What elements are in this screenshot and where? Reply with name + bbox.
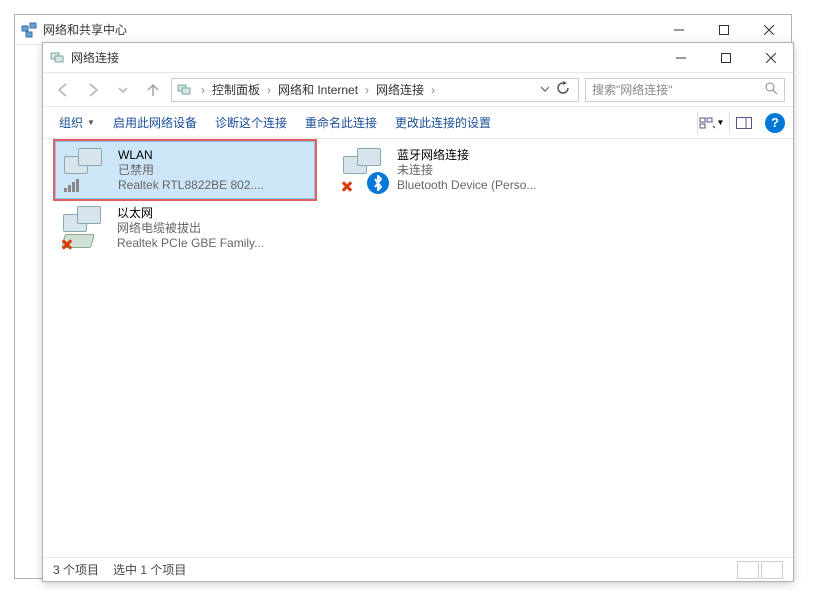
sep-icon: › (426, 83, 440, 97)
search-input[interactable]: 搜索"网络连接" (585, 78, 785, 102)
breadcrumb-icon (176, 82, 192, 98)
connections-list: WLAN已禁用Realtek RTL8822BE 802.... 蓝牙网络连接未连… (43, 139, 793, 579)
crumb-network-connections[interactable]: 网络连接 (374, 81, 426, 98)
connection-item[interactable]: WLAN已禁用Realtek RTL8822BE 802.... (55, 141, 315, 199)
network-center-icon (21, 22, 37, 38)
status-bar: 3 个项目 选中 1 个项目 (43, 557, 793, 581)
connection-info: 蓝牙网络连接未连接Bluetooth Device (Perso... (397, 148, 536, 193)
address-bar: › 控制面板 › 网络和 Internet › 网络连接 › 搜索"网络连接" (43, 73, 793, 107)
breadcrumb-dropdown-icon[interactable] (540, 83, 550, 97)
connection-name: 蓝牙网络连接 (397, 148, 536, 163)
error-x-icon (59, 236, 75, 252)
sep-icon: › (360, 83, 374, 97)
connection-device: Bluetooth Device (Perso... (397, 178, 536, 193)
error-x-icon (339, 178, 355, 194)
sep-icon: › (196, 83, 210, 97)
connection-device: Realtek RTL8822BE 802.... (118, 178, 264, 193)
selected-count: 选中 1 个项目 (113, 561, 186, 578)
crumb-control-panel[interactable]: 控制面板 (210, 81, 262, 98)
connection-item[interactable]: 蓝牙网络连接未连接Bluetooth Device (Perso... (335, 141, 595, 199)
change-settings-button[interactable]: 更改此连接的设置 (387, 110, 499, 135)
parent-maximize-button[interactable] (701, 15, 746, 44)
breadcrumb[interactable]: › 控制面板 › 网络和 Internet › 网络连接 › (171, 78, 579, 102)
network-connections-icon (49, 50, 65, 66)
connection-name: 以太网 (117, 206, 264, 221)
up-button[interactable] (141, 78, 165, 102)
ethernet-icon (59, 204, 109, 252)
preview-pane-button[interactable] (729, 112, 757, 134)
recent-button[interactable] (111, 78, 135, 102)
forward-button[interactable] (81, 78, 105, 102)
bluetooth-icon (339, 146, 389, 194)
titlebar[interactable]: 网络连接 (43, 43, 793, 73)
parent-minimize-button[interactable] (656, 15, 701, 44)
command-bar: 组织▼ 启用此网络设备 诊断这个连接 重命名此连接 更改此连接的设置 ▼ ? (43, 107, 793, 139)
wlan-icon (60, 146, 110, 194)
diagnose-button[interactable]: 诊断这个连接 (207, 110, 295, 135)
crumb-network-internet[interactable]: 网络和 Internet (276, 81, 360, 98)
help-button[interactable]: ? (765, 113, 785, 133)
connection-info: WLAN已禁用Realtek RTL8822BE 802.... (118, 148, 264, 193)
organize-button[interactable]: 组织▼ (51, 110, 103, 135)
sep-icon: › (262, 83, 276, 97)
parent-close-button[interactable] (746, 15, 791, 44)
window-title: 网络连接 (71, 49, 658, 66)
item-count: 3 个项目 (53, 561, 99, 578)
enable-device-button[interactable]: 启用此网络设备 (105, 110, 205, 135)
connection-name: WLAN (118, 148, 264, 163)
parent-title: 网络和共享中心 (43, 21, 656, 38)
connection-status: 网络电缆被拔出 (117, 221, 264, 236)
back-button[interactable] (51, 78, 75, 102)
search-icon (764, 81, 778, 98)
rename-button[interactable]: 重命名此连接 (297, 110, 385, 135)
parent-titlebar[interactable]: 网络和共享中心 (15, 15, 791, 45)
large-icons-view-button[interactable] (761, 561, 783, 579)
connection-info: 以太网网络电缆被拔出Realtek PCIe GBE Family... (117, 206, 264, 251)
connection-status: 未连接 (397, 163, 536, 178)
connection-item[interactable]: 以太网网络电缆被拔出Realtek PCIe GBE Family... (55, 199, 315, 257)
close-button[interactable] (748, 43, 793, 72)
details-view-button[interactable] (737, 561, 759, 579)
view-options-button[interactable]: ▼ (697, 112, 725, 134)
connection-device: Realtek PCIe GBE Family... (117, 236, 264, 251)
connection-status: 已禁用 (118, 163, 264, 178)
chevron-down-icon: ▼ (87, 118, 95, 127)
maximize-button[interactable] (703, 43, 748, 72)
refresh-icon[interactable] (556, 81, 570, 98)
minimize-button[interactable] (658, 43, 703, 72)
network-connections-window: 网络连接 › 控制面板 › 网络和 Internet › 网络连接 › 搜索"网 (42, 42, 794, 582)
search-placeholder: 搜索"网络连接" (592, 81, 673, 98)
